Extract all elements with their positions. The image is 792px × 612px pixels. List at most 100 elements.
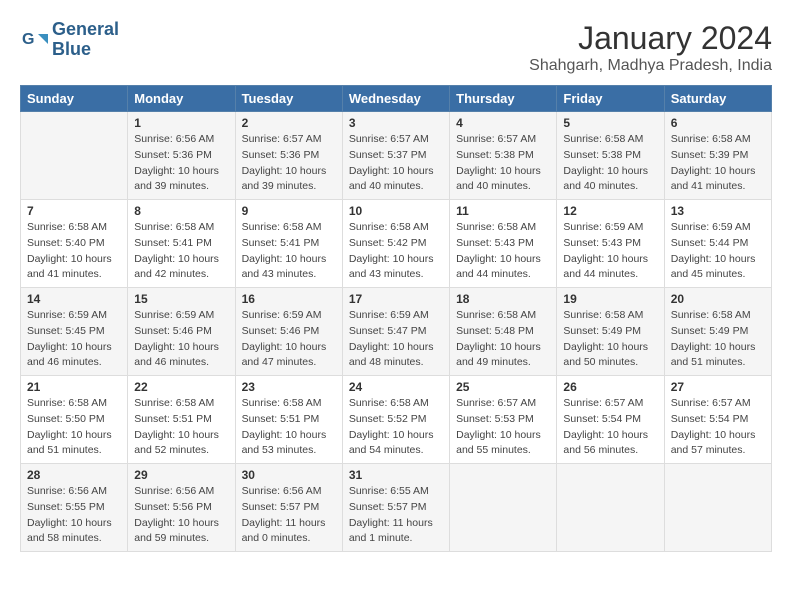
col-header-wednesday: Wednesday xyxy=(342,86,449,112)
day-info: Sunrise: 6:57 AM Sunset: 5:37 PM Dayligh… xyxy=(349,132,443,195)
day-number: 21 xyxy=(27,380,121,394)
day-number: 16 xyxy=(242,292,336,306)
calendar-cell xyxy=(21,112,128,200)
calendar-cell: 23Sunrise: 6:58 AM Sunset: 5:51 PM Dayli… xyxy=(235,376,342,464)
day-number: 4 xyxy=(456,116,550,130)
calendar-cell: 26 Sunrise: 6:57 AM Sunset: 5:54 PM Dayli… xyxy=(557,376,664,464)
day-number: 19 xyxy=(563,292,657,306)
day-number: 6 xyxy=(671,116,765,130)
day-info: Sunrise: 6:58 AM Sunset: 5:50 PM Dayligh… xyxy=(27,396,121,459)
calendar-cell: 13 Sunrise: 6:59 AM Sunset: 5:44 PM Dayli… xyxy=(664,200,771,288)
day-number: 9 xyxy=(242,204,336,218)
month-title: January 2024 xyxy=(529,20,772,57)
day-info: Sunrise: 6:57 AM Sunset: 5:38 PM Dayligh… xyxy=(456,132,550,195)
header-row: SundayMondayTuesdayWednesdayThursdayFrid… xyxy=(21,86,772,112)
day-info: Sunrise: 6:58 AM Sunset: 5:41 PM Dayligh… xyxy=(242,220,336,283)
logo-icon: G xyxy=(20,26,48,54)
day-number: 18 xyxy=(456,292,550,306)
day-info: Sunrise: 6:58 AM Sunset: 5:43 PM Dayligh… xyxy=(456,220,550,283)
day-number: 27 xyxy=(671,380,765,394)
day-number: 26 xyxy=(563,380,657,394)
col-header-thursday: Thursday xyxy=(450,86,557,112)
calendar-cell: 28 Sunrise: 6:56 AM Sunset: 5:55 PM Dayli… xyxy=(21,464,128,552)
day-number: 29 xyxy=(134,468,228,482)
col-header-friday: Friday xyxy=(557,86,664,112)
day-info: Sunrise: 6:58 AM Sunset: 5:51 PM Dayligh… xyxy=(134,396,228,459)
day-info: Sunrise: 6:55 AM Sunset: 5:57 PM Dayligh… xyxy=(349,484,443,547)
day-info: Sunrise: 6:58 AM Sunset: 5:40 PM Dayligh… xyxy=(27,220,121,283)
day-info: Sunrise: 6:59 AM Sunset: 5:47 PM Dayligh… xyxy=(349,308,443,371)
calendar-cell: 9 Sunrise: 6:58 AM Sunset: 5:41 PM Daylig… xyxy=(235,200,342,288)
day-info: Sunrise: 6:58 AM Sunset: 5:49 PM Dayligh… xyxy=(671,308,765,371)
day-info: Sunrise: 6:59 AM Sunset: 5:44 PM Dayligh… xyxy=(671,220,765,283)
day-number: 10 xyxy=(349,204,443,218)
calendar-cell: 18 Sunrise: 6:58 AM Sunset: 5:48 PM Dayli… xyxy=(450,288,557,376)
day-number: 22 xyxy=(134,380,228,394)
day-number: 7 xyxy=(27,204,121,218)
calendar-cell: 27 Sunrise: 6:57 AM Sunset: 5:54 PM Dayli… xyxy=(664,376,771,464)
day-info: Sunrise: 6:56 AM Sunset: 5:57 PM Dayligh… xyxy=(242,484,336,547)
calendar-cell: 10Sunrise: 6:58 AM Sunset: 5:42 PM Dayli… xyxy=(342,200,449,288)
calendar-table: SundayMondayTuesdayWednesdayThursdayFrid… xyxy=(20,85,772,552)
day-info: Sunrise: 6:59 AM Sunset: 5:43 PM Dayligh… xyxy=(563,220,657,283)
calendar-cell: 2Sunrise: 6:57 AM Sunset: 5:36 PM Daylig… xyxy=(235,112,342,200)
week-row-2: 7 Sunrise: 6:58 AM Sunset: 5:40 PM Daylig… xyxy=(21,200,772,288)
day-info: Sunrise: 6:58 AM Sunset: 5:49 PM Dayligh… xyxy=(563,308,657,371)
day-info: Sunrise: 6:59 AM Sunset: 5:45 PM Dayligh… xyxy=(27,308,121,371)
calendar-cell: 17 Sunrise: 6:59 AM Sunset: 5:47 PM Dayli… xyxy=(342,288,449,376)
day-number: 25 xyxy=(456,380,550,394)
day-number: 5 xyxy=(563,116,657,130)
day-number: 3 xyxy=(349,116,443,130)
day-info: Sunrise: 6:59 AM Sunset: 5:46 PM Dayligh… xyxy=(242,308,336,371)
svg-text:G: G xyxy=(22,31,34,48)
day-number: 17 xyxy=(349,292,443,306)
day-number: 23 xyxy=(242,380,336,394)
calendar-cell: 24Sunrise: 6:58 AM Sunset: 5:52 PM Dayli… xyxy=(342,376,449,464)
calendar-cell: 20Sunrise: 6:58 AM Sunset: 5:49 PM Dayli… xyxy=(664,288,771,376)
logo-text: General Blue xyxy=(52,20,119,60)
calendar-cell: 22 Sunrise: 6:58 AM Sunset: 5:51 PM Dayli… xyxy=(128,376,235,464)
day-info: Sunrise: 6:58 AM Sunset: 5:38 PM Dayligh… xyxy=(563,132,657,195)
day-info: Sunrise: 6:56 AM Sunset: 5:55 PM Dayligh… xyxy=(27,484,121,547)
col-header-tuesday: Tuesday xyxy=(235,86,342,112)
calendar-cell: 12 Sunrise: 6:59 AM Sunset: 5:43 PM Dayli… xyxy=(557,200,664,288)
calendar-cell: 3 Sunrise: 6:57 AM Sunset: 5:37 PM Daylig… xyxy=(342,112,449,200)
day-number: 28 xyxy=(27,468,121,482)
calendar-cell xyxy=(450,464,557,552)
calendar-cell: 4 Sunrise: 6:57 AM Sunset: 5:38 PM Daylig… xyxy=(450,112,557,200)
calendar-cell: 30Sunrise: 6:56 AM Sunset: 5:57 PM Dayli… xyxy=(235,464,342,552)
day-info: Sunrise: 6:57 AM Sunset: 5:54 PM Dayligh… xyxy=(563,396,657,459)
calendar-cell: 21 Sunrise: 6:58 AM Sunset: 5:50 PM Dayli… xyxy=(21,376,128,464)
day-info: Sunrise: 6:58 AM Sunset: 5:39 PM Dayligh… xyxy=(671,132,765,195)
calendar-tbody: 1 Sunrise: 6:56 AM Sunset: 5:36 PM Daylig… xyxy=(21,112,772,552)
day-number: 13 xyxy=(671,204,765,218)
day-info: Sunrise: 6:57 AM Sunset: 5:36 PM Dayligh… xyxy=(242,132,336,195)
day-info: Sunrise: 6:57 AM Sunset: 5:54 PM Dayligh… xyxy=(671,396,765,459)
day-number: 24 xyxy=(349,380,443,394)
calendar-cell: 7 Sunrise: 6:58 AM Sunset: 5:40 PM Daylig… xyxy=(21,200,128,288)
day-info: Sunrise: 6:56 AM Sunset: 5:36 PM Dayligh… xyxy=(134,132,228,195)
day-number: 1 xyxy=(134,116,228,130)
day-info: Sunrise: 6:56 AM Sunset: 5:56 PM Dayligh… xyxy=(134,484,228,547)
calendar-cell: 31 Sunrise: 6:55 AM Sunset: 5:57 PM Dayli… xyxy=(342,464,449,552)
day-number: 14 xyxy=(27,292,121,306)
calendar-thead: SundayMondayTuesdayWednesdayThursdayFrid… xyxy=(21,86,772,112)
calendar-header: G General Blue January 2024 Shahgarh, Ma… xyxy=(20,20,772,75)
calendar-cell: 1 Sunrise: 6:56 AM Sunset: 5:36 PM Daylig… xyxy=(128,112,235,200)
day-info: Sunrise: 6:58 AM Sunset: 5:41 PM Dayligh… xyxy=(134,220,228,283)
calendar-cell: 11 Sunrise: 6:58 AM Sunset: 5:43 PM Dayli… xyxy=(450,200,557,288)
calendar-cell: 5 Sunrise: 6:58 AM Sunset: 5:38 PM Daylig… xyxy=(557,112,664,200)
day-number: 31 xyxy=(349,468,443,482)
title-block: January 2024 Shahgarh, Madhya Pradesh, I… xyxy=(529,20,772,75)
calendar-cell: 8 Sunrise: 6:58 AM Sunset: 5:41 PM Daylig… xyxy=(128,200,235,288)
day-info: Sunrise: 6:58 AM Sunset: 5:48 PM Dayligh… xyxy=(456,308,550,371)
week-row-1: 1 Sunrise: 6:56 AM Sunset: 5:36 PM Daylig… xyxy=(21,112,772,200)
calendar-container: G General Blue January 2024 Shahgarh, Ma… xyxy=(0,0,792,562)
day-number: 12 xyxy=(563,204,657,218)
day-number: 11 xyxy=(456,204,550,218)
col-header-monday: Monday xyxy=(128,86,235,112)
logo: G General Blue xyxy=(20,20,119,60)
calendar-cell: 25Sunrise: 6:57 AM Sunset: 5:53 PM Dayli… xyxy=(450,376,557,464)
calendar-cell xyxy=(664,464,771,552)
day-number: 8 xyxy=(134,204,228,218)
